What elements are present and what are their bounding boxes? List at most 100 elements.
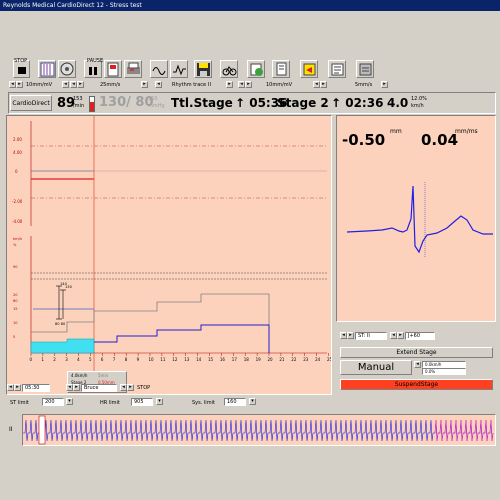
speed-left-decrease[interactable]: ◂ (70, 81, 77, 88)
print-button[interactable] (124, 60, 142, 78)
stop-decrease[interactable]: ◂ (120, 384, 127, 391)
rhythm-trace (23, 419, 494, 442)
rhythm-cursor[interactable] (38, 415, 46, 445)
bp-marker-80: 80 80 (55, 322, 66, 326)
st-tick-neg4: -4.00 (12, 219, 23, 224)
time-field[interactable]: 05:30 (22, 384, 50, 392)
waveform-button[interactable] (150, 60, 168, 78)
rhythm-increase[interactable]: ▸ (226, 81, 233, 88)
gain-left-down[interactable]: ◂ (62, 81, 69, 88)
protocol-button[interactable] (247, 60, 265, 78)
offset-field[interactable]: J+60 (405, 332, 435, 340)
protocol-field[interactable]: Bruce (81, 384, 117, 392)
pulse-wave-button[interactable] (170, 60, 188, 78)
x-tick-label: 9 (137, 357, 140, 362)
sys-limit-up[interactable]: ▾ (249, 398, 256, 405)
rhythm-label: Rhythm trace (172, 82, 207, 88)
speed-right-next[interactable]: ▸ (381, 81, 388, 88)
record-button[interactable] (104, 60, 122, 78)
trend-x-axis: 0 1 2 3 4 5 6 7 8 9 10 11 12 13 14 15 16 17 18 19 20 21 22 23 24… (30, 353, 331, 362)
manual-grade-field[interactable]: 0.0% (422, 368, 466, 375)
x-tick-label: 13 (184, 357, 190, 362)
speed-left-next[interactable]: ▸ (141, 81, 148, 88)
bike-button[interactable] (220, 60, 238, 78)
st-complex-waveform (346, 182, 493, 258)
lead-increase[interactable]: ▸ (347, 332, 354, 339)
speed-left-increase[interactable]: ▸ (77, 81, 84, 88)
bp-marker-130: 130 (65, 285, 73, 289)
x-tick-label: 15 (208, 357, 214, 362)
trend-ylabel-5: 5 (13, 335, 15, 339)
grid-view-button[interactable] (38, 60, 56, 78)
treadmill-grade: 12.0% (411, 96, 427, 102)
gain-left-decrease[interactable]: ◂ (9, 81, 16, 88)
stage-time-value: 02:36 (345, 96, 384, 110)
trend-ylabel-kmh: km/h (13, 237, 22, 241)
lead-decrease[interactable]: ◂ (340, 332, 347, 339)
rhythm-decrease[interactable]: ◂ (155, 81, 162, 88)
gain-left-increase[interactable]: ▸ (16, 81, 23, 88)
bp-extra: 150 (148, 96, 158, 102)
disc-button[interactable] (58, 60, 76, 78)
total-stage-label: Ttl.Stage (171, 96, 233, 110)
exit-button[interactable] (356, 60, 374, 78)
trend-chart: 4.00 2.00 0 -2.00 -4.00 km/h % 90 20 60 … (12, 116, 331, 371)
rhythm-trace-highlight (434, 419, 494, 442)
stop-label: STOP (14, 58, 28, 64)
manual-speed-decrease[interactable]: ◂ (414, 361, 421, 368)
st-tick-neg2: -2.00 (12, 199, 23, 204)
sys-limit-field[interactable]: 160 (224, 398, 246, 406)
speed-left-value: 25mm/s (100, 82, 121, 88)
speed-right-decrease[interactable]: ◂ (313, 81, 320, 88)
st-limit-label: ST limit (10, 400, 29, 406)
save-button[interactable] (194, 60, 212, 78)
stop-increase[interactable]: ▸ (127, 384, 134, 391)
trend-ylabel-20: 20 (13, 293, 18, 297)
patient-button[interactable] (300, 60, 318, 78)
st-limit-field[interactable]: 200 (42, 398, 64, 406)
trend-ylabel-60: 60 (13, 299, 18, 303)
rhythm-strip (22, 414, 496, 446)
gain-right-value: 10mm/mV (266, 82, 293, 88)
time-decrease[interactable]: ◂ (7, 384, 14, 391)
offset-increase[interactable]: ▸ (397, 332, 404, 339)
gain-left-value: 10mm/mV (26, 82, 53, 88)
manual-button[interactable]: Manual (340, 360, 412, 375)
x-tick-label: 22 (291, 357, 297, 362)
lead-field[interactable]: ST: II (355, 332, 387, 340)
hr-limit-field[interactable]: 905 (131, 398, 153, 406)
bp-unit: mmHg (148, 103, 165, 109)
st-measure-panel: -0.50 mm 0.04 mm/ms (336, 115, 496, 322)
x-tick-label: 17 (232, 357, 238, 362)
x-tick-label: 0 (30, 357, 33, 362)
x-tick-label: 24 (315, 357, 321, 362)
st-limit-up[interactable]: ▾ (66, 398, 73, 405)
hr-gauge (89, 96, 95, 112)
sys-limit-label: Sys. limit (192, 400, 215, 406)
x-tick-label: 6 (101, 357, 104, 362)
x-tick-label: 10 (149, 357, 155, 362)
x-tick-label: 1 (41, 357, 44, 362)
blood-pressure-value: 130/ 80 (99, 95, 154, 110)
manual-speed-field[interactable]: 0.0km/h (422, 361, 466, 368)
time-increase[interactable]: ▸ (14, 384, 21, 391)
notes-button[interactable] (328, 60, 346, 78)
status-bar: CardioDirect 89 153 /min 130/ 80 150 mmH… (8, 92, 496, 114)
gain-right-increase[interactable]: ▸ (245, 81, 252, 88)
mode-decrease[interactable]: ◂ (66, 384, 73, 391)
suspend-stage-button[interactable]: SuspendStage (340, 379, 493, 390)
offset-decrease[interactable]: ◂ (390, 332, 397, 339)
extend-stage-button[interactable]: Extend Stage (340, 347, 493, 358)
hr-limit-up[interactable]: ▾ (156, 398, 163, 405)
x-tick-label: 21 (279, 357, 285, 362)
report-button[interactable] (272, 60, 290, 78)
trend-ylabel-90: 90 (13, 265, 18, 269)
x-tick-label: 14 (196, 357, 202, 362)
mode-increase[interactable]: ▸ (73, 384, 80, 391)
speed-right-increase[interactable]: ▸ (320, 81, 327, 88)
gain-right-decrease[interactable]: ◂ (238, 81, 245, 88)
x-tick-label: 5 (89, 357, 92, 362)
x-tick-label: 4 (77, 357, 80, 362)
legend-speed: 4.0km/h (71, 373, 88, 378)
x-tick-label: 2 (53, 357, 56, 362)
